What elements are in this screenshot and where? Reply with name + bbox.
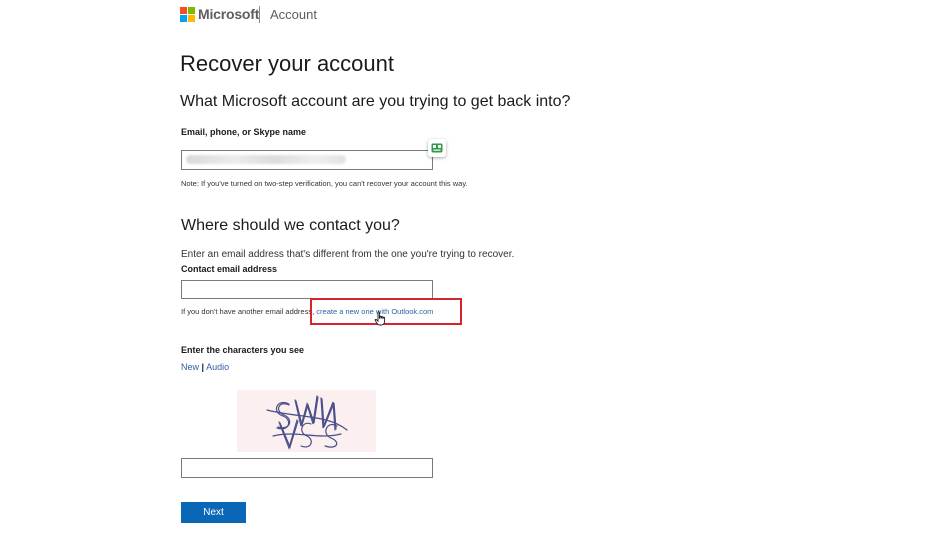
captcha-new-link[interactable]: New bbox=[181, 362, 199, 372]
logo-red-square bbox=[180, 7, 187, 14]
logo-green-square bbox=[188, 7, 195, 14]
redacted-account-value bbox=[186, 155, 346, 164]
hand-pointer-cursor-icon bbox=[374, 311, 386, 326]
captcha-image bbox=[237, 390, 376, 452]
brand-name: Microsoft bbox=[198, 6, 260, 22]
captcha-separator: | bbox=[201, 362, 205, 372]
captcha-glyphs-icon bbox=[266, 395, 348, 450]
contact-heading: Where should we contact you? bbox=[181, 217, 400, 234]
account-heading: What Microsoft account are you trying to… bbox=[180, 93, 571, 110]
logo-yellow-square bbox=[188, 15, 195, 22]
header-divider bbox=[259, 6, 260, 23]
password-manager-icon[interactable] bbox=[428, 139, 446, 157]
logo-blue-square bbox=[180, 15, 187, 22]
header-section-name: Account bbox=[270, 7, 317, 22]
password-manager-glyph-icon bbox=[431, 143, 443, 153]
contact-email-input[interactable] bbox=[181, 280, 433, 300]
captcha-input[interactable] bbox=[181, 458, 433, 479]
no-email-hint-text: If you don't have another email address, bbox=[181, 307, 315, 316]
microsoft-logo-icon bbox=[180, 7, 195, 22]
captcha-options: New | Audio bbox=[181, 362, 229, 372]
next-button[interactable]: Next bbox=[181, 502, 246, 523]
captcha-audio-link[interactable]: Audio bbox=[206, 362, 229, 372]
captcha-input-field[interactable] bbox=[182, 460, 432, 479]
page-title: Recover your account bbox=[180, 51, 394, 76]
captcha-label: Enter the characters you see bbox=[181, 345, 305, 355]
contact-instruction: Enter an email address that's different … bbox=[181, 249, 515, 260]
account-field-label: Email, phone, or Skype name bbox=[181, 127, 307, 137]
contact-field-label: Contact email address bbox=[181, 264, 278, 274]
two-step-note: Note: If you've turned on two-step verif… bbox=[181, 179, 468, 188]
